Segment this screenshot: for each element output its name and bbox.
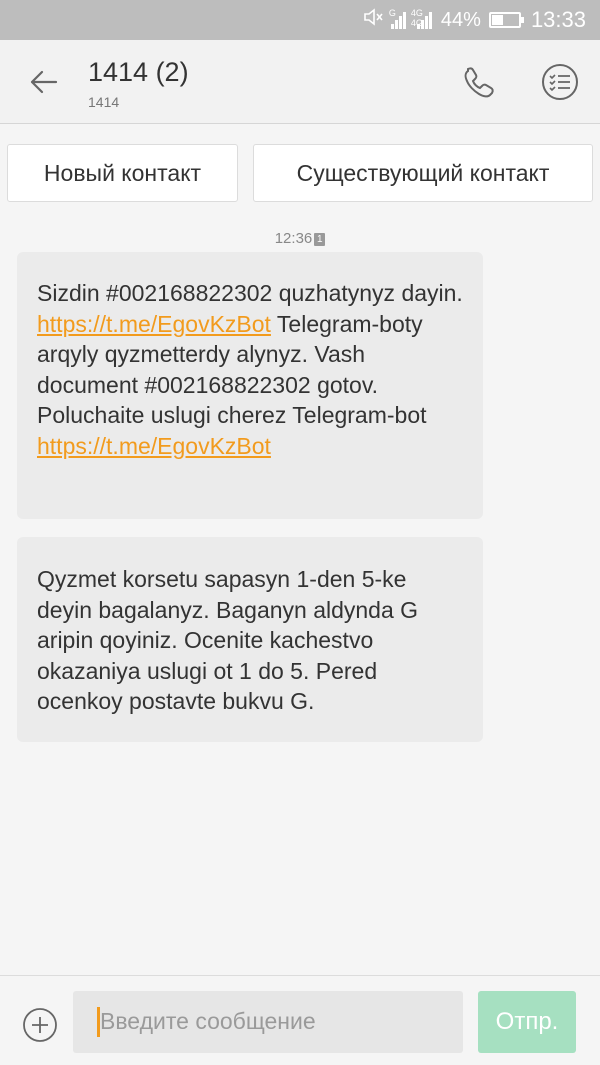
call-button[interactable] — [459, 62, 499, 102]
conversation-header: 1414 (2) 1414 — [0, 40, 600, 124]
timestamp-text: 12:36 — [274, 230, 313, 247]
mute-icon — [363, 7, 385, 33]
message-link[interactable]: https://t.me/EgovKzBot — [37, 433, 271, 459]
signal-sim2-icon: 4G 4G — [411, 8, 433, 29]
composer-bar: Введите сообщение Отпр. — [0, 975, 600, 1065]
message-bubble[interactable]: Sizdin #002168822302 quzhatynyz dayin. h… — [17, 252, 483, 519]
phone-icon — [464, 67, 494, 98]
message-link[interactable]: https://t.me/EgovKzBot — [37, 311, 271, 337]
status-icons: G 4G 4G 44% 13:33 — [357, 0, 586, 40]
attach-button[interactable] — [21, 1006, 59, 1044]
sim-indicator-icon: 1 — [314, 232, 326, 246]
message-input[interactable]: Введите сообщение — [73, 991, 463, 1053]
conversation-title: 1414 (2) — [88, 57, 189, 87]
battery-percent: 44% — [440, 8, 481, 31]
battery-level — [491, 15, 504, 25]
status-bar: G 4G 4G 44% 13:33 — [0, 0, 600, 40]
message-input-placeholder: Введите сообщение — [100, 1008, 316, 1034]
new-contact-button[interactable]: Новый контакт — [7, 144, 238, 202]
arrow-left-icon — [30, 70, 58, 94]
conversation-options-button[interactable] — [540, 62, 580, 102]
message-bubble[interactable]: Qyzmet korsetu sapasyn 1-den 5-ke deyin … — [17, 537, 483, 742]
plus-circle-icon — [23, 1008, 57, 1042]
signal-sim1-icon: G — [389, 8, 407, 29]
message-text: Qyzmet korsetu sapasyn 1-den 5-ke deyin … — [37, 566, 419, 714]
message-text: Sizdin #002168822302 quzhatynyz dayin. — [37, 280, 463, 306]
send-button[interactable]: Отпр. — [478, 991, 576, 1053]
message-timestamp: 12:36 1 — [0, 230, 600, 247]
clock: 13:33 — [530, 7, 586, 32]
battery-icon — [488, 12, 524, 28]
back-button[interactable] — [24, 62, 64, 102]
existing-contact-button[interactable]: Существующий контакт — [253, 144, 593, 202]
checklist-icon — [542, 64, 578, 100]
conversation-number: 1414 — [88, 94, 120, 110]
